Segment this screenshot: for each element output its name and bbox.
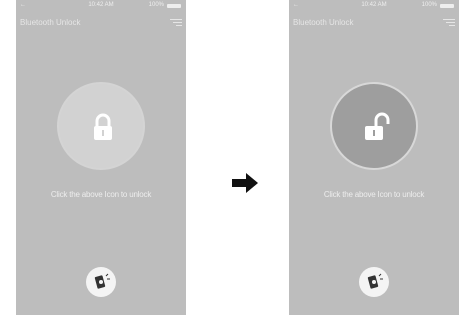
unlock-button[interactable] [330, 82, 418, 170]
menu-icon[interactable] [170, 18, 182, 28]
bluetooth-shake-button[interactable] [86, 267, 116, 297]
battery-icon [167, 4, 181, 8]
lock-button[interactable] [57, 82, 145, 170]
phone-screen-unlocked: ← 10:42 AM 100% Bluetooth Unlock Click t… [289, 0, 459, 315]
app-title: Bluetooth Unlock [20, 18, 81, 27]
phone-shake-icon [367, 273, 383, 289]
app-title: Bluetooth Unlock [293, 18, 354, 27]
battery-percent: 100% [148, 2, 164, 8]
arrow-right-icon [232, 173, 258, 193]
stage: ← 10:42 AM 100% Bluetooth Unlock Click t… [0, 0, 459, 319]
status-bar: ← 10:42 AM 100% [289, 0, 459, 12]
bluetooth-shake-button[interactable] [359, 267, 389, 297]
padlock-open-icon [365, 112, 390, 140]
battery-percent: 100% [421, 2, 437, 8]
phone-screen-locked: ← 10:42 AM 100% Bluetooth Unlock Click t… [16, 0, 186, 315]
battery-icon [440, 4, 454, 8]
unlock-hint: Click the above Icon to unlock [50, 190, 152, 199]
menu-icon[interactable] [443, 18, 455, 28]
phone-shake-icon [94, 273, 110, 289]
padlock-closed-icon [94, 113, 112, 140]
unlock-hint: Click the above Icon to unlock [323, 190, 425, 199]
status-bar: ← 10:42 AM 100% [16, 0, 186, 12]
